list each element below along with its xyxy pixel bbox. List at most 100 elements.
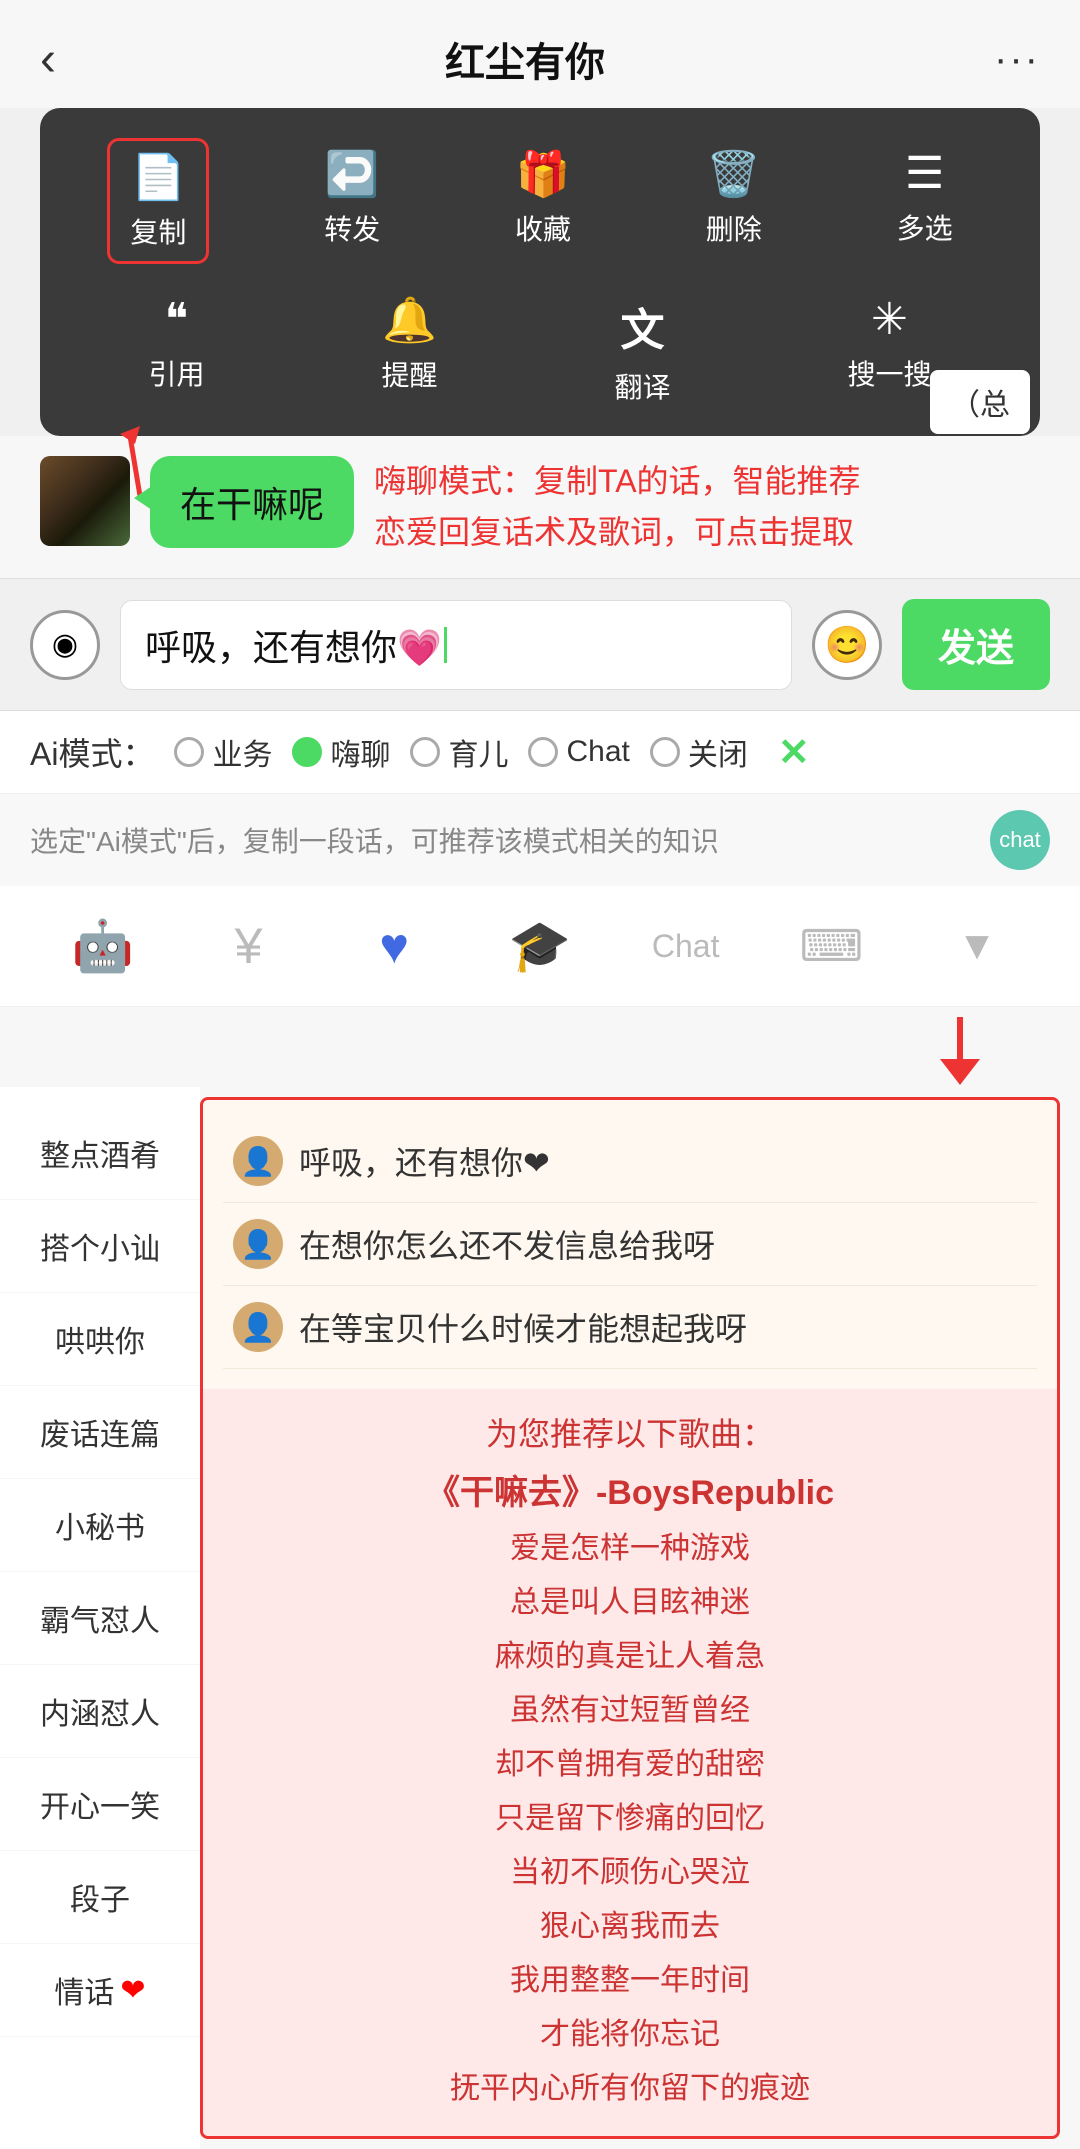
radio-chat[interactable]: Chat bbox=[528, 735, 629, 769]
copy-button[interactable]: 📄 复制 bbox=[107, 138, 209, 264]
context-menu: 📄 复制 ↩️ 转发 🎁 收藏 🗑️ 删除 ☰ 多选 ❝ 引用 🔔 提醒 bbox=[40, 108, 1040, 436]
send-button[interactable]: 发送 bbox=[902, 599, 1050, 690]
radio-yewu[interactable]: 业务 bbox=[174, 730, 272, 774]
translate-button[interactable]: 文 翻译 bbox=[594, 284, 690, 416]
emoji-icon: 😊 bbox=[825, 624, 870, 666]
radio-haijiao-label: 嗨聊 bbox=[330, 730, 390, 774]
multiselect-icon: ☰ bbox=[905, 148, 944, 199]
more-button[interactable]: ··· bbox=[994, 37, 1040, 82]
toolbar-payment[interactable]: ¥ bbox=[199, 906, 299, 986]
reply-text-3: 在等宝贝什么时候才能想起我呀 bbox=[299, 1304, 747, 1350]
collect-button[interactable]: 🎁 收藏 bbox=[495, 138, 591, 264]
input-bar: ◉ 呼吸，还有想你💗 😊 发送 bbox=[0, 578, 1080, 711]
sidebar-item-qinghua[interactable]: 情话 ❤ bbox=[0, 1944, 200, 2037]
forward-label: 转发 bbox=[324, 208, 380, 248]
radio-yuer-label: 育儿 bbox=[448, 730, 508, 774]
sidebar-item-baqidui[interactable]: 霸气怼人 bbox=[0, 1572, 200, 1665]
delete-label: 删除 bbox=[706, 208, 762, 248]
lyric-line-1: 爱是怎样一种游戏 bbox=[233, 1522, 1027, 1576]
radio-close-circle[interactable] bbox=[650, 737, 680, 767]
toolbar-keyboard[interactable]: ⌨ bbox=[781, 906, 881, 986]
input-field[interactable]: 呼吸，还有想你💗 bbox=[120, 600, 792, 690]
forward-icon: ↩️ bbox=[325, 148, 380, 200]
reply-avatar-2: 👤 bbox=[233, 1219, 283, 1269]
lyric-line-4: 虽然有过短暂曾经 bbox=[233, 1684, 1027, 1738]
radio-yuer-circle[interactable] bbox=[410, 737, 440, 767]
lyric-line-11: 抚平内心所有你留下的痕迹 bbox=[233, 2062, 1027, 2116]
graduation-icon: 🎓 bbox=[509, 917, 571, 976]
lyric-line-3: 麻烦的真是让人着急 bbox=[233, 1630, 1027, 1684]
red-arrow-panel bbox=[820, 1007, 1020, 1087]
sidebar-item-hong[interactable]: 哄哄你 bbox=[0, 1293, 200, 1386]
robot-icon: 🤖 bbox=[72, 917, 134, 976]
forward-button[interactable]: ↩️ 转发 bbox=[304, 138, 400, 264]
remind-button[interactable]: 🔔 提醒 bbox=[361, 284, 457, 416]
keyboard-icon: ⌨ bbox=[800, 921, 864, 972]
right-panel: 👤 呼吸，还有想你❤ 👤 在想你怎么还不发信息给我呀 👤 在等宝贝什么时候才能想… bbox=[200, 1097, 1060, 2139]
reply-item-1[interactable]: 👤 呼吸，还有想你❤ bbox=[223, 1120, 1037, 1203]
radio-yewu-circle[interactable] bbox=[174, 737, 204, 767]
multiselect-button[interactable]: ☰ 多选 bbox=[877, 138, 973, 264]
quote-button[interactable]: ❝ 引用 bbox=[128, 284, 224, 416]
quote-label: 引用 bbox=[148, 353, 204, 393]
toolbar-dropdown[interactable]: ▼ bbox=[927, 906, 1027, 986]
sidebar-item-dage[interactable]: 搭个小讪 bbox=[0, 1200, 200, 1293]
close-ai-button[interactable]: ✕ bbox=[778, 730, 810, 775]
remind-label: 提醒 bbox=[381, 354, 437, 394]
header: ‹ 红尘有你 ··· bbox=[0, 0, 1080, 108]
sidebar-item-mishu[interactable]: 小秘书 bbox=[0, 1479, 200, 1572]
reply-text-1: 呼吸，还有想你❤ bbox=[299, 1138, 550, 1184]
hint-text: 选定"Ai模式"后，复制一段话，可推荐该模式相关的知识 bbox=[30, 820, 719, 860]
annotation-text: 嗨聊模式：复制TA的话，智能推荐恋爱回复话术及歌词，可点击提取 bbox=[374, 456, 1040, 558]
chevron-down-icon: ▼ bbox=[957, 924, 997, 969]
reply-section: 👤 呼吸，还有想你❤ 👤 在想你怎么还不发信息给我呀 👤 在等宝贝什么时候才能想… bbox=[203, 1100, 1057, 1389]
song-lyrics: 爱是怎样一种游戏 总是叫人目眩神迷 麻烦的真是让人着急 虽然有过短暂曾经 却不曾… bbox=[233, 1522, 1027, 2116]
chat-text-icon: Chat bbox=[652, 928, 720, 965]
sidebar-item-feihua[interactable]: 废话连篇 bbox=[0, 1386, 200, 1479]
heart-red-icon: ❤ bbox=[120, 1973, 145, 2008]
main-content: 整点酒肴 搭个小讪 哄哄你 废话连篇 小秘书 霸气怼人 内涵怼人 开心一笑 段子… bbox=[0, 1087, 1080, 2149]
radio-haijiao-circle[interactable] bbox=[292, 737, 322, 767]
radio-yewu-label: 业务 bbox=[212, 730, 272, 774]
emoji-button[interactable]: 😊 bbox=[812, 610, 882, 680]
toolbar-graduation[interactable]: 🎓 bbox=[490, 906, 590, 986]
hint-chat-icon[interactable]: chat bbox=[990, 810, 1050, 870]
heart-icon: ♥ bbox=[379, 917, 409, 975]
search-label: 搜一搜 bbox=[847, 353, 931, 393]
song-section: 为您推荐以下歌曲： 《干嘛去》-BoysRepublic 爱是怎样一种游戏 总是… bbox=[203, 1389, 1057, 2136]
text-cursor bbox=[444, 627, 447, 663]
translate-icon: 文 bbox=[620, 294, 664, 358]
sidebar-item-kaixin[interactable]: 开心一笑 bbox=[0, 1758, 200, 1851]
sidebar-item-duanzi[interactable]: 段子 bbox=[0, 1851, 200, 1944]
copy-label: 复制 bbox=[130, 211, 186, 251]
translate-label: 翻译 bbox=[614, 366, 670, 406]
radio-chat-circle[interactable] bbox=[528, 737, 558, 767]
voice-button[interactable]: ◉ bbox=[30, 610, 100, 680]
sidebar-item-zhengdian[interactable]: 整点酒肴 bbox=[0, 1107, 200, 1200]
toolbar-heart[interactable]: ♥ bbox=[344, 906, 444, 986]
delete-button[interactable]: 🗑️ 删除 bbox=[686, 138, 782, 264]
collect-icon: 🎁 bbox=[516, 148, 571, 200]
chat-bubble: 在干嘛呢 bbox=[150, 456, 354, 548]
reply-avatar-1: 👤 bbox=[233, 1136, 283, 1186]
radio-close[interactable]: 关闭 bbox=[650, 730, 748, 774]
bottom-toolbar: 🤖 ¥ ♥ 🎓 Chat ⌨ ▼ bbox=[0, 886, 1080, 1007]
quote-icon: ❝ bbox=[165, 294, 189, 345]
page-title: 红尘有你 bbox=[445, 30, 605, 88]
multiselect-label: 多选 bbox=[897, 207, 953, 247]
radio-haijiao[interactable]: 嗨聊 bbox=[292, 730, 390, 774]
radio-chat-label: Chat bbox=[566, 735, 629, 769]
remind-icon: 🔔 bbox=[382, 294, 437, 346]
lyric-line-8: 狠心离我而去 bbox=[233, 1900, 1027, 1954]
lyric-line-9: 我用整整一年时间 bbox=[233, 1954, 1027, 2008]
sidebar-item-neihan[interactable]: 内涵怼人 bbox=[0, 1665, 200, 1758]
toolbar-robot[interactable]: 🤖 bbox=[53, 906, 153, 986]
ai-mode-bar: Ai模式： 业务 嗨聊 育儿 Chat 关闭 ✕ bbox=[0, 711, 1080, 793]
reply-item-3[interactable]: 👤 在等宝贝什么时候才能想起我呀 bbox=[223, 1286, 1037, 1369]
toolbar-chat[interactable]: Chat bbox=[636, 906, 736, 986]
sidebar: 整点酒肴 搭个小讪 哄哄你 废话连篇 小秘书 霸气怼人 内涵怼人 开心一笑 段子… bbox=[0, 1087, 200, 2149]
reply-item-2[interactable]: 👤 在想你怎么还不发信息给我呀 bbox=[223, 1203, 1037, 1286]
radio-yuer[interactable]: 育儿 bbox=[410, 730, 508, 774]
delete-icon: 🗑️ bbox=[706, 148, 761, 200]
back-button[interactable]: ‹ bbox=[40, 32, 56, 87]
